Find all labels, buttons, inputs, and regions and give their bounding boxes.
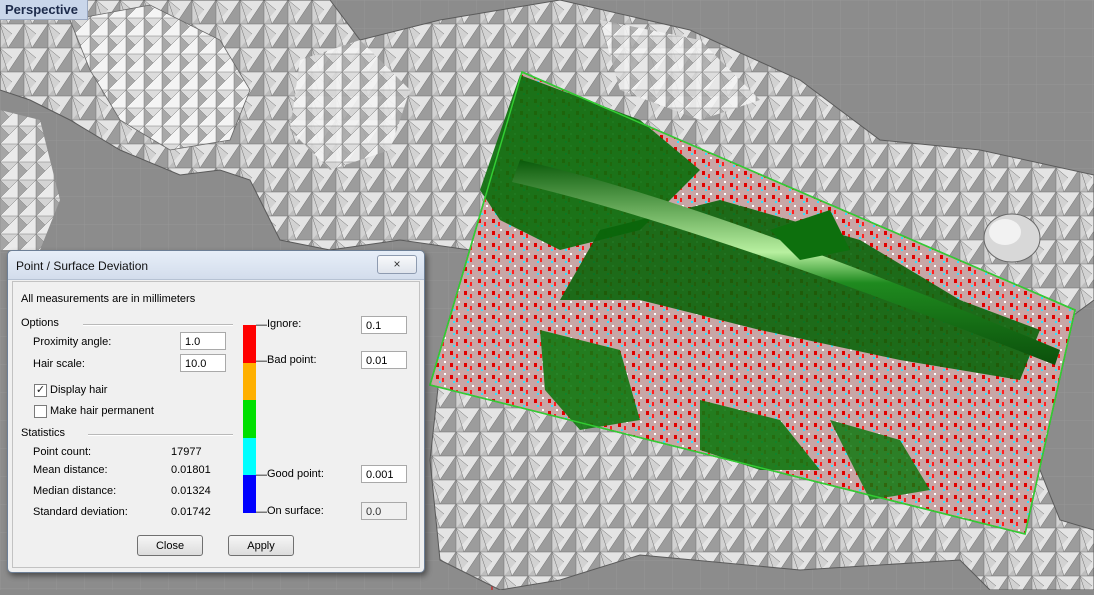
options-header: Options [21,317,59,329]
hair-scale-label: Hair scale: [33,358,85,370]
bad-point-tick: — [256,355,267,367]
color-scale-red [243,325,256,363]
proximity-angle-label: Proximity angle: [33,336,112,348]
mean-distance-label: Mean distance: [33,464,108,476]
on-surface-label: On surface: [267,505,324,517]
dialog-title: Point / Surface Deviation [16,259,149,273]
display-hair-label[interactable]: Display hair [50,384,107,396]
hair-scale-input[interactable]: 10.0 [180,354,226,372]
statistics-header: Statistics [21,427,66,439]
ignore-tick: — [256,319,267,331]
color-scale-orange [243,362,256,400]
statistics-separator [88,434,233,436]
apply-button[interactable]: Apply [228,535,294,556]
ignore-input[interactable]: 0.1 [361,316,407,334]
options-separator [83,324,233,326]
make-hair-permanent-checkbox[interactable] [34,405,47,418]
standard-deviation-value: 0.01742 [171,506,211,518]
good-point-label: Good point: [267,468,324,480]
good-point-input[interactable]: 0.001 [361,465,407,483]
mean-distance-value: 0.01801 [171,464,211,476]
bad-point-label: Bad point: [267,354,317,366]
close-button[interactable]: Close [137,535,203,556]
point-count-label: Point count: [33,446,92,458]
proximity-angle-input[interactable]: 1.0 [180,332,226,350]
standard-deviation-label: Standard deviation: [33,506,128,518]
good-point-tick: — [256,469,267,481]
color-scale-blue [243,475,256,513]
units-note: All measurements are in millimeters [21,293,196,305]
median-distance-value: 0.01324 [171,485,211,497]
point-count-value: 17977 [171,446,202,458]
dialog-content: All measurements are in millimeters Opti… [12,281,420,568]
viewport-label[interactable]: Perspective [0,0,88,20]
ignore-label: Ignore: [267,318,302,330]
color-scale-cyan [243,437,256,475]
bad-point-input[interactable]: 0.01 [361,351,407,369]
on-surface-input: 0.0 [361,502,407,520]
on-surface-tick: — [256,506,267,518]
display-hair-checkbox[interactable]: ✓ [34,384,47,397]
median-distance-label: Median distance: [33,485,117,497]
point-surface-deviation-dialog: Point / Surface Deviation × All measurem… [7,250,425,573]
color-scale-green [243,400,256,438]
make-hair-permanent-label[interactable]: Make hair permanent [50,405,154,417]
dialog-titlebar[interactable]: Point / Surface Deviation × [8,251,424,280]
dialog-close-icon[interactable]: × [377,255,417,274]
